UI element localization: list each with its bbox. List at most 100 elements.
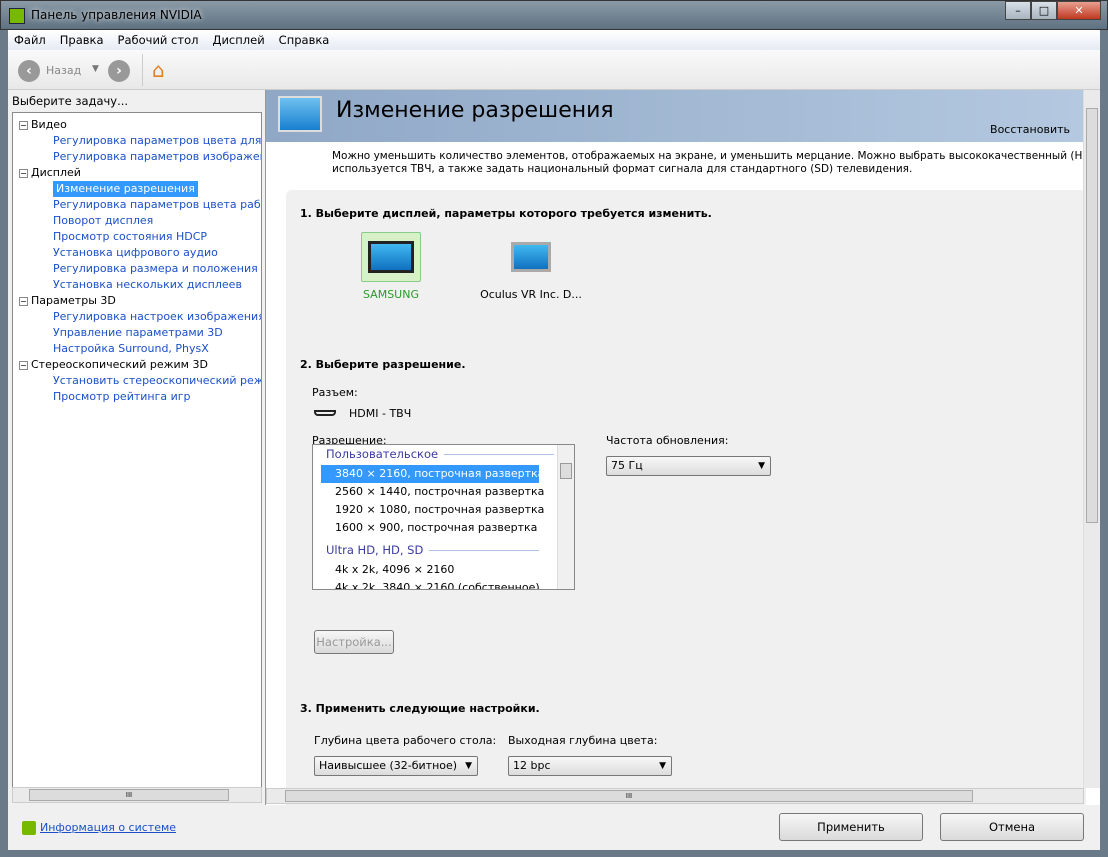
tree-label: Регулировка параметров цвета для видео — [53, 134, 262, 147]
collapse-icon[interactable]: − — [19, 296, 28, 306]
connector-label: Разъем: — [312, 386, 358, 399]
title-bar: Панель управления NVIDIA – □ ✕ — [0, 0, 1108, 30]
tree-label: Стереоскопический режим 3D — [31, 358, 208, 371]
collapse-icon[interactable]: − — [19, 120, 28, 130]
close-button[interactable]: ✕ — [1057, 1, 1101, 20]
resolution-option[interactable]: 4k x 2k, 3840 × 2160 (собственное) — [335, 579, 540, 589]
scroll-thumb[interactable]: III — [29, 789, 229, 801]
output-depth-label: Выходная глубина цвета: — [508, 734, 658, 747]
tree-item[interactable]: Регулировка параметров цвета для видео — [53, 133, 262, 149]
page-banner: Изменение разрешения Восстановить — [266, 90, 1084, 142]
tree-item[interactable]: Просмотр состояния HDCP — [53, 229, 207, 245]
resolution-option[interactable]: 1920 × 1080, построчная развертка — [335, 501, 544, 519]
window-title: Панель управления NVIDIA — [31, 8, 202, 22]
content-horizontal-scrollbar[interactable]: III — [266, 788, 1084, 804]
tree-item[interactable]: Регулировка параметров изображения для в… — [53, 149, 261, 165]
collapse-icon[interactable]: − — [19, 168, 28, 178]
menu-bar: Файл Правка Рабочий стол Дисплей Справка — [8, 30, 1100, 50]
restore-link[interactable]: Восстановить — [990, 123, 1070, 136]
page-title: Изменение разрешения — [336, 98, 614, 123]
tree-label: Установка нескольких дисплеев — [53, 278, 242, 291]
monitor-icon — [501, 232, 561, 282]
display-settings-icon — [278, 96, 322, 132]
group-header: Пользовательское — [326, 447, 554, 461]
forward-arrow-icon[interactable]: › — [108, 60, 130, 82]
menu-help[interactable]: Справка — [279, 33, 330, 47]
tree-label: Регулировка параметров цвета рабочего ст… — [53, 198, 261, 211]
system-info-link[interactable]: Информация о системе — [40, 821, 176, 834]
history-dropdown-icon[interactable]: ▼ — [92, 64, 99, 74]
display-oculus[interactable]: Oculus VR Inc. D... — [471, 232, 591, 301]
task-tree: −ВидеоРегулировка параметров цвета для в… — [12, 112, 262, 788]
tree-item[interactable]: Управление параметрами 3D — [53, 325, 223, 341]
task-panel: Выберите задачу... − Видео Регулировка пар… — [8, 90, 265, 805]
menu-display[interactable]: Дисплей — [212, 33, 264, 47]
tree-item[interactable]: Установка цифрового аудио — [53, 245, 218, 261]
home-icon[interactable]: ⌂ — [152, 58, 165, 82]
tree-label: Регулировка размера и положения рабочего… — [53, 262, 261, 275]
tree-label: Параметры 3D — [31, 294, 116, 307]
tree-item[interactable]: Настройка Surround, PhysX — [53, 341, 209, 357]
hdmi-icon — [314, 410, 336, 416]
display-samsung[interactable]: SAMSUNG — [346, 232, 436, 301]
customize-button[interactable]: Настройка... — [314, 630, 394, 654]
desktop-depth-label: Глубина цвета рабочего стола: — [314, 734, 497, 747]
tree-item[interactable]: Регулировка настроек изображения с просм… — [53, 309, 262, 325]
resolution-option[interactable]: 3840 × 2160, построчная развертка — [321, 465, 544, 483]
tree-label: Изменение разрешения — [56, 182, 195, 195]
menu-file[interactable]: Файл — [14, 33, 46, 47]
menu-desktop[interactable]: Рабочий стол — [118, 33, 199, 47]
chevron-down-icon: ▼ — [758, 461, 765, 471]
step2-heading: 2. Выберите разрешение. — [300, 358, 466, 371]
tree-item[interactable]: Установка нескольких дисплеев — [53, 277, 242, 293]
back-label[interactable]: Назад — [46, 64, 81, 77]
tree-label: Регулировка настроек изображения с просм… — [53, 310, 262, 323]
refresh-rate-select[interactable]: 75 Гц ▼ — [606, 456, 771, 476]
tree-item[interactable]: Регулировка размера и положения рабочего… — [53, 261, 261, 277]
back-arrow-icon[interactable]: ‹ — [18, 60, 40, 82]
tree-category[interactable]: − Параметры 3D — [19, 293, 116, 309]
chevron-down-icon: ▼ — [659, 761, 666, 771]
window-frame: Файл Правка Рабочий стол Дисплей Справка… — [8, 30, 1100, 850]
refresh-label: Частота обновления: — [606, 434, 729, 447]
tree-item[interactable]: Просмотр рейтинга игр — [53, 389, 191, 405]
toolbar: ‹ Назад ▼ › ⌂ — [8, 50, 1100, 90]
tree-horizontal-scrollbar[interactable]: III — [12, 787, 262, 803]
minimize-button[interactable]: – — [1005, 1, 1031, 20]
tree-item[interactable]: Регулировка параметров цвета рабочего ст… — [53, 197, 261, 213]
resolution-option[interactable]: 2560 × 1440, построчная развертка — [335, 483, 544, 501]
desktop-depth-select[interactable]: Наивысшее (32-битное) ▼ — [314, 756, 478, 776]
resolution-list[interactable]: Пользовательское 3840 × 2160, построчная… — [312, 444, 575, 590]
tree-label: Поворот дисплея — [53, 214, 154, 227]
resolution-option[interactable]: 4k x 2k, 4096 × 2160 — [335, 561, 454, 579]
tree-label: Регулировка параметров изображения для в… — [53, 150, 261, 163]
resolution-option[interactable]: 1600 × 900, построчная развертка — [335, 519, 537, 537]
maximize-button[interactable]: □ — [1031, 1, 1057, 20]
tree-label: Установка цифрового аудио — [53, 246, 218, 259]
tree-label: Управление параметрами 3D — [53, 326, 223, 339]
apply-button[interactable]: Применить — [779, 813, 923, 841]
tree-category[interactable]: − Видео — [19, 117, 67, 133]
collapse-icon[interactable]: − — [19, 360, 28, 370]
tree-label: Видео — [31, 118, 67, 131]
content-pane: Изменение разрешения Восстановить Можно … — [265, 90, 1100, 810]
task-header: Выберите задачу... — [12, 94, 129, 108]
display-label: SAMSUNG — [363, 288, 419, 301]
list-scrollbar[interactable] — [557, 445, 574, 589]
menu-edit[interactable]: Правка — [60, 33, 104, 47]
monitor-icon — [361, 232, 421, 282]
content-vertical-scrollbar[interactable] — [1083, 90, 1100, 788]
cancel-button[interactable]: Отмена — [940, 813, 1084, 841]
tree-label: Установить стереоскопический режим 3D — [53, 374, 261, 387]
tree-item[interactable]: Поворот дисплея — [53, 213, 153, 229]
tree-item[interactable]: Установить стереоскопический режим 3D — [53, 373, 261, 389]
tree-label: Настройка Surround, PhysX — [53, 342, 209, 355]
tree-category[interactable]: − Дисплей — [19, 165, 81, 181]
step3-heading: 3. Применить следующие настройки. — [300, 702, 540, 715]
page-description: Можно уменьшить количество элементов, от… — [332, 150, 1082, 176]
output-depth-value: 12 bpc — [513, 759, 551, 772]
tree-item[interactable]: Изменение разрешения — [53, 181, 198, 197]
scroll-thumb[interactable]: III — [285, 790, 973, 802]
output-depth-select[interactable]: 12 bpc ▼ — [508, 756, 672, 776]
tree-category[interactable]: − Стереоскопический режим 3D — [19, 357, 208, 373]
